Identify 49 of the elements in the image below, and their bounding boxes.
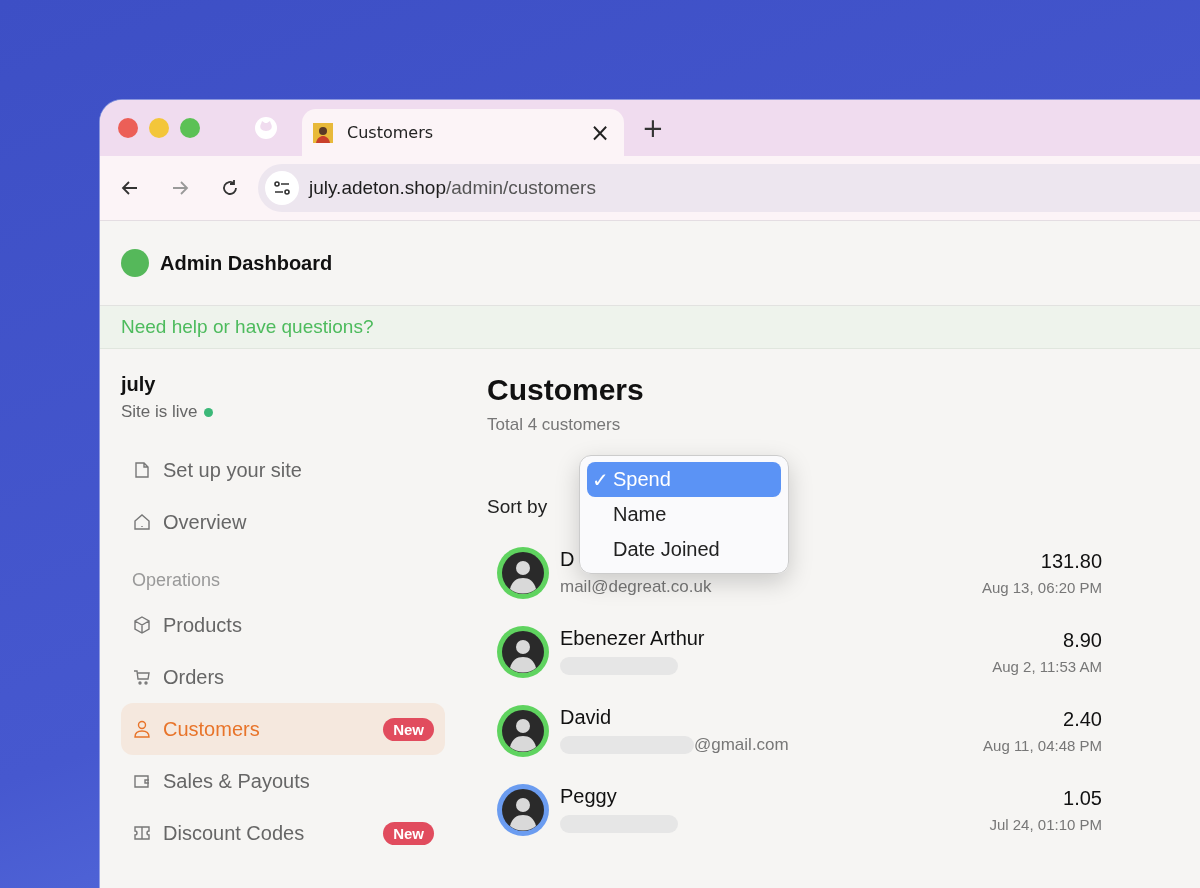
logo-icon	[121, 249, 149, 277]
menu-option[interactable]: Name	[587, 497, 781, 532]
join-date: Aug 13, 06:20 PM	[981, 578, 1102, 596]
box-icon	[132, 615, 152, 635]
new-badge: New	[383, 717, 434, 741]
address-bar[interactable]: july.adeton.shop/admin/customers	[258, 164, 1200, 212]
site-status: Site is live	[121, 402, 198, 422]
sort-label: Sort by	[487, 496, 548, 518]
app-title: Admin Dashboard	[160, 251, 333, 275]
join-date: Aug 11, 04:48 PM	[983, 736, 1102, 754]
customer-name: D	[560, 548, 575, 571]
close-tab-button[interactable]: ×	[589, 120, 610, 145]
customer-email: mail@degreat.co.uk	[560, 577, 712, 597]
new-tab-button[interactable]: +	[642, 115, 664, 141]
menu-option[interactable]: ✓ Spend	[587, 462, 781, 497]
person-icon	[132, 719, 152, 739]
menu-option[interactable]: Date Joined	[587, 532, 781, 567]
sidebar-item[interactable]: Overview	[121, 496, 445, 548]
new-badge: New	[383, 821, 434, 845]
join-date: Aug 2, 11:53 AM	[992, 657, 1102, 675]
close-window-button[interactable]	[118, 118, 138, 138]
sidebar-item[interactable]: Discount Codes New	[121, 807, 445, 859]
customer-name: Peggy	[560, 785, 617, 808]
spend-amount: 2.40	[1062, 707, 1102, 731]
site-settings-icon[interactable]	[265, 171, 299, 205]
customer-email: @gmail.com	[694, 735, 789, 755]
sidebar-item[interactable]: Products	[121, 599, 445, 651]
cart-icon	[132, 667, 152, 687]
maximize-window-button[interactable]	[180, 118, 200, 138]
browser-tab[interactable]: Customers ×	[302, 109, 624, 156]
customer-name: David	[560, 706, 612, 729]
sidebar-item[interactable]: Sales & Payouts	[121, 755, 445, 807]
document-icon	[132, 460, 152, 480]
spend-amount: 1.05	[1062, 786, 1102, 810]
customer-count: Total 4 customers	[487, 415, 622, 435]
join-date: Jul 24, 01:10 PM	[989, 815, 1102, 833]
site-name: july	[121, 373, 157, 396]
ticket-icon	[132, 823, 152, 843]
customer-name: Ebenezer Arthur	[560, 627, 705, 650]
spend-amount: 8.90	[1062, 628, 1102, 652]
section-heading: Operations	[131, 569, 222, 592]
spend-amount: 131.80	[1039, 549, 1102, 573]
sidebar-item[interactable]: Set up your site	[121, 444, 445, 496]
page-title: Customers	[487, 373, 645, 407]
sidebar-item[interactable]: Customers New	[121, 703, 445, 755]
person-icon	[313, 122, 333, 143]
reload-icon[interactable]	[220, 178, 240, 198]
home-icon	[132, 512, 152, 532]
sidebar-item[interactable]: Orders	[121, 651, 445, 703]
